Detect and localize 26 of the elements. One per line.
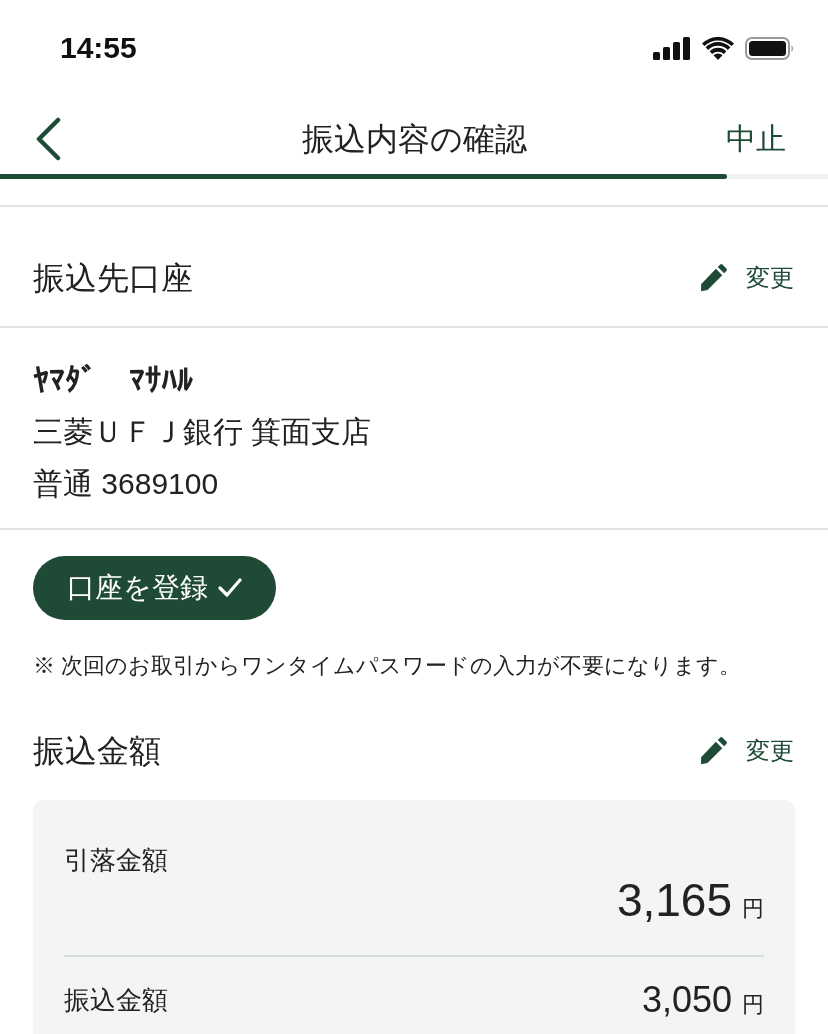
edit-button[interactable]: 変更 xyxy=(698,262,794,293)
amount-value: 3,050 xyxy=(641,980,732,1020)
wifi-icon xyxy=(702,36,734,60)
section-title: 振込金額 xyxy=(33,732,161,771)
amount-label: 引落金額 xyxy=(64,844,168,877)
status-time: 14:55 xyxy=(60,31,137,65)
pencil-icon xyxy=(698,262,728,293)
edit-label: 変更 xyxy=(746,262,794,293)
cancel-button[interactable]: 中止 xyxy=(726,120,786,158)
pencil-icon xyxy=(698,736,728,766)
currency-unit: 円 xyxy=(742,992,764,1018)
amount-value: 3,165 xyxy=(616,877,732,923)
register-account-button[interactable]: 口座を登録 xyxy=(33,556,276,620)
note-text: ※ 次回のお取引からワンタイムパスワードの入力が不要になります。 xyxy=(32,652,743,680)
edit-label: 変更 xyxy=(746,736,794,766)
battery-icon xyxy=(745,36,795,60)
section-title: 振込先口座 xyxy=(33,258,193,298)
amount-label: 振込金額 xyxy=(64,984,168,1017)
currency-unit: 円 xyxy=(742,896,764,922)
account-holder-name: ﾔﾏﾀﾞ ﾏｻﾊﾙ xyxy=(33,361,194,400)
edit-button[interactable]: 変更 xyxy=(698,736,794,766)
page-title: 振込内容の確認 xyxy=(301,120,527,159)
signal-icon xyxy=(653,36,691,60)
account-number: 普通 3689100 xyxy=(33,466,220,502)
bank-branch: 三菱ＵＦＪ銀行 箕面支店 xyxy=(33,414,373,450)
back-icon[interactable] xyxy=(35,117,61,161)
